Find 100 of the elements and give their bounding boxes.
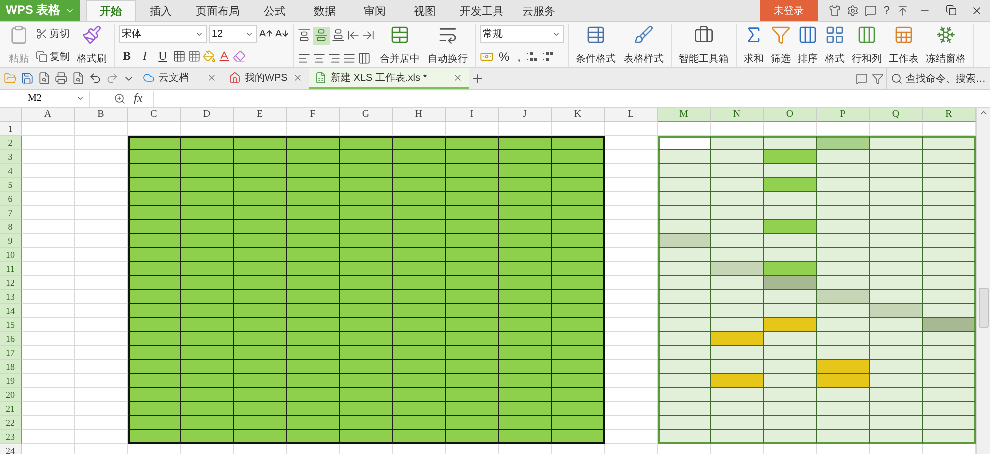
column-header[interactable]: N: [711, 108, 764, 122]
column-header[interactable]: M: [658, 108, 711, 122]
document-tab[interactable]: 我的WPS: [223, 68, 309, 89]
menu-tab[interactable]: 开始: [86, 0, 136, 21]
column-header[interactable]: G: [340, 108, 393, 122]
menu-tab[interactable]: 云服务: [514, 0, 564, 21]
distribute-icon: [358, 52, 371, 64]
tool-button[interactable]: 求和: [741, 24, 767, 67]
function-label[interactable]: fx: [134, 91, 143, 106]
row-header[interactable]: 13: [0, 290, 22, 304]
table-style-button[interactable]: 表格样式: [621, 24, 667, 67]
cloud-icon: [143, 72, 155, 84]
row-header[interactable]: 23: [0, 430, 22, 444]
row-header[interactable]: 5: [0, 178, 22, 192]
row-header[interactable]: 10: [0, 248, 22, 262]
menu-tab[interactable]: 插入: [136, 0, 186, 21]
conditional-format-button[interactable]: 条件格式: [573, 24, 619, 67]
tool-button[interactable]: 行和列: [849, 24, 885, 67]
row-header[interactable]: 9: [0, 234, 22, 248]
briefcase-icon: [694, 25, 714, 45]
vertical-scrollbar[interactable]: [976, 108, 990, 454]
style-button[interactable]: U: [155, 48, 171, 66]
scrollbar-thumb[interactable]: [978, 288, 988, 328]
column-header[interactable]: O: [764, 108, 817, 122]
comma-button[interactable]: ,: [514, 48, 524, 66]
upload-icon: [897, 4, 909, 16]
document-tab[interactable]: 云文档: [137, 68, 223, 89]
eraser-icon: [233, 50, 246, 64]
row-header[interactable]: 2: [0, 136, 22, 150]
freeze-icon: [936, 25, 956, 45]
column-header[interactable]: D: [181, 108, 234, 122]
menu-tab[interactable]: 审阅: [350, 0, 400, 21]
tool-button[interactable]: 排序: [795, 24, 821, 67]
column-header[interactable]: H: [393, 108, 446, 122]
menu-tab[interactable]: 视图: [400, 0, 450, 21]
style-button[interactable]: I: [137, 48, 153, 66]
row-header[interactable]: 3: [0, 150, 22, 164]
column-header[interactable]: F: [287, 108, 340, 122]
column-header[interactable]: C: [128, 108, 181, 122]
name-box[interactable]: M2: [0, 90, 90, 106]
folder-icon: [4, 72, 17, 85]
row-header[interactable]: 20: [0, 388, 22, 402]
number-format-field[interactable]: 常规: [480, 25, 564, 44]
row-header[interactable]: 24: [0, 444, 22, 454]
help-button[interactable]: ?: [880, 0, 894, 21]
row-header[interactable]: 22: [0, 416, 22, 430]
toolbox-button[interactable]: 智能工具箱: [676, 24, 732, 67]
menu-tab[interactable]: 数据: [300, 0, 350, 21]
row-header[interactable]: 6: [0, 192, 22, 206]
row-header[interactable]: 1: [0, 122, 22, 136]
row-header[interactable]: 17: [0, 346, 22, 360]
row-header[interactable]: 14: [0, 304, 22, 318]
column-header[interactable]: A: [22, 108, 75, 122]
column-header[interactable]: B: [75, 108, 128, 122]
grid-icon: [825, 25, 845, 45]
row-header[interactable]: 18: [0, 360, 22, 374]
close-icon: [207, 72, 217, 82]
column-header[interactable]: L: [605, 108, 658, 122]
tool-button[interactable]: 冻结窗格: [923, 24, 969, 67]
row-header[interactable]: 4: [0, 164, 22, 178]
tool-button[interactable]: 筛选: [768, 24, 794, 67]
row-header[interactable]: 7: [0, 206, 22, 220]
wrap-text-button[interactable]: 自动换行: [425, 24, 471, 67]
align-middle-button[interactable]: [313, 26, 330, 44]
menu-tab[interactable]: 开发工具: [450, 0, 514, 21]
column-header[interactable]: J: [499, 108, 552, 122]
cut-button[interactable]: 剪切: [34, 25, 72, 44]
tool-button[interactable]: 工作表: [886, 24, 922, 67]
row-header[interactable]: 16: [0, 332, 22, 346]
row-header[interactable]: 12: [0, 276, 22, 290]
column-header[interactable]: R: [923, 108, 976, 122]
merge-center-button[interactable]: 合并居中: [377, 24, 423, 67]
row-header[interactable]: 11: [0, 262, 22, 276]
style-button[interactable]: B: [119, 48, 135, 66]
font-size-field[interactable]: 12: [209, 25, 257, 44]
align-left-icon: [298, 52, 311, 64]
font-field[interactable]: 宋体: [119, 25, 207, 44]
format-painter-button[interactable]: 格式刷: [74, 24, 110, 67]
row-header[interactable]: 21: [0, 402, 22, 416]
decrease-decimal-icon[interactable]: [542, 50, 556, 64]
percent-button[interactable]: %: [496, 48, 513, 66]
column-header[interactable]: E: [234, 108, 287, 122]
merge-cells-icon: [390, 25, 410, 45]
message-icon: [864, 4, 877, 16]
column-header[interactable]: I: [446, 108, 499, 122]
copy-button[interactable]: 复制: [34, 48, 72, 66]
tool-button[interactable]: 格式: [822, 24, 848, 67]
command-search-field[interactable]: 查找命令、搜索…: [886, 68, 990, 89]
increase-decimal-icon[interactable]: [526, 50, 540, 64]
menu-tab[interactable]: 公式: [250, 0, 300, 21]
row-header[interactable]: 19: [0, 374, 22, 388]
clipboard-icon: [9, 25, 29, 45]
menu-tab[interactable]: 页面布局: [186, 0, 250, 21]
column-header[interactable]: K: [552, 108, 605, 122]
document-tab[interactable]: 新建 XLS 工作表.xls *: [309, 68, 469, 89]
row-header[interactable]: 15: [0, 318, 22, 332]
copy-icon: [36, 50, 48, 63]
column-header[interactable]: P: [817, 108, 870, 122]
row-header[interactable]: 8: [0, 220, 22, 234]
column-header[interactable]: Q: [870, 108, 923, 122]
